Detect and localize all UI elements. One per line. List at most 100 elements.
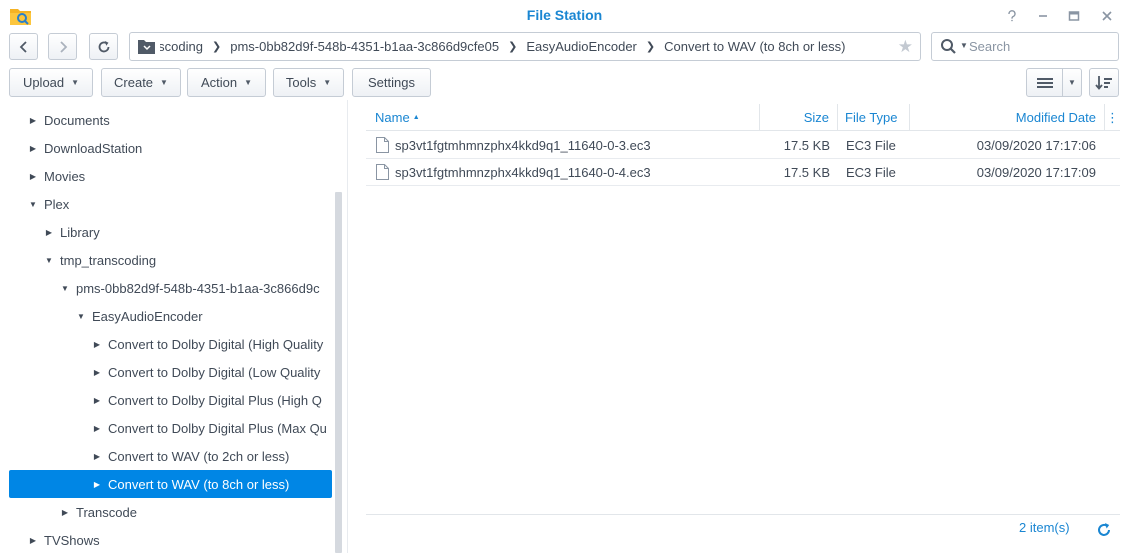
- action-button[interactable]: Action ▼: [187, 68, 266, 97]
- sort-ascending-icon: ▲: [412, 114, 420, 121]
- sort-button[interactable]: [1089, 68, 1119, 97]
- tree-toggle-icon[interactable]: ▶: [90, 424, 104, 433]
- file-icon: [376, 137, 389, 153]
- file-size: 17.5 KB: [783, 138, 830, 153]
- breadcrumb-item[interactable]: pms-0bb82d9f-548b-4351-b1aa-3c866d9cfe05: [230, 39, 499, 54]
- action-label: Action: [200, 75, 238, 90]
- star-icon[interactable]: ★: [898, 37, 913, 57]
- caret-down-icon: ▼: [244, 78, 253, 87]
- tree-item-selected[interactable]: ▶ Convert to WAV (to 8ch or less): [9, 470, 332, 498]
- tree-toggle-icon[interactable]: ▶: [90, 452, 104, 461]
- tools-label: Tools: [285, 75, 317, 90]
- column-menu-icon[interactable]: ⋮: [1105, 104, 1120, 131]
- tree-item[interactable]: ▶ DownloadStation: [9, 134, 332, 162]
- tree-item[interactable]: ▶ Movies: [9, 162, 332, 190]
- breadcrumb-item[interactable]: tmp_transcoding: [160, 39, 203, 54]
- table-row[interactable]: sp3vt1fgtmhmnzphx4kkd9q1_11640-0-3.ec3 1…: [366, 132, 1120, 159]
- window-title: File Station: [526, 7, 603, 23]
- folder-tree: ▶ Documents ▶ DownloadStation ▶ Movies ▼ Ple…: [0, 106, 345, 553]
- table-row[interactable]: sp3vt1fgtmhmnzphx4kkd9q1_11640-0-4.ec3 1…: [366, 159, 1120, 186]
- file-size: 17.5 KB: [783, 165, 830, 180]
- tree-toggle-icon[interactable]: ▶: [90, 480, 104, 489]
- search-box: ▼: [931, 32, 1119, 61]
- caret-down-icon[interactable]: ▼: [960, 41, 968, 50]
- tree-item[interactable]: ▶ Convert to Dolby Digital Plus (High Q: [9, 386, 332, 414]
- search-input[interactable]: [969, 36, 1114, 57]
- file-station-icon: [10, 9, 31, 25]
- forward-button[interactable]: [48, 33, 77, 60]
- help-icon[interactable]: [1001, 5, 1023, 27]
- column-header-size[interactable]: Size: [760, 104, 838, 131]
- file-name: sp3vt1fgtmhmnzphx4kkd9q1_11640-0-3.ec3: [395, 138, 651, 153]
- tree-item[interactable]: ▶ Convert to WAV (to 2ch or less): [9, 442, 332, 470]
- grid-header: Name ▲ Size File Type Modified Date ⋮: [366, 104, 1120, 131]
- tree-toggle-icon[interactable]: ▶: [90, 368, 104, 377]
- chevron-left-icon: [19, 40, 27, 53]
- tree-item[interactable]: ▶ Convert to Dolby Digital (High Quality: [9, 330, 332, 358]
- file-modified: 03/09/2020 17:17:06: [976, 138, 1096, 153]
- tree-item[interactable]: ▶ Transcode: [9, 498, 332, 526]
- tree-toggle-icon[interactable]: ▶: [42, 228, 56, 237]
- breadcrumb-item[interactable]: Convert to WAV (to 8ch or less): [664, 39, 845, 54]
- panel-splitter[interactable]: [347, 100, 348, 553]
- refresh-button[interactable]: [89, 33, 118, 60]
- breadcrumb-separator-icon: ❯: [212, 41, 222, 53]
- view-dropdown-button[interactable]: ▼: [1062, 68, 1082, 97]
- minimize-icon[interactable]: [1032, 5, 1054, 27]
- caret-down-icon: ▼: [160, 78, 168, 87]
- tree-toggle-icon[interactable]: ▶: [26, 144, 40, 153]
- breadcrumb-separator-icon: ❯: [508, 41, 518, 53]
- column-header-type[interactable]: File Type: [838, 104, 910, 131]
- tree-toggle-icon[interactable]: ▶: [26, 536, 40, 545]
- tree-toggle-icon[interactable]: ▼: [26, 200, 40, 209]
- breadcrumb: tmp_transcoding ❯ pms-0bb82d9f-548b-4351…: [160, 33, 845, 60]
- tree-item[interactable]: ▼ pms-0bb82d9f-548b-4351-b1aa-3c866d9c: [9, 274, 332, 302]
- caret-down-icon: ▼: [71, 78, 80, 87]
- tree-item[interactable]: ▶ Convert to Dolby Digital (Low Quality: [9, 358, 332, 386]
- settings-button[interactable]: Settings: [352, 68, 431, 97]
- tree-toggle-icon[interactable]: ▼: [42, 256, 56, 265]
- tree-toggle-icon[interactable]: ▼: [58, 284, 72, 293]
- file-modified: 03/09/2020 17:17:09: [976, 165, 1096, 180]
- chevron-right-icon: [59, 40, 67, 53]
- title-bar: File Station: [0, 0, 1129, 32]
- file-name: sp3vt1fgtmhmnzphx4kkd9q1_11640-0-4.ec3: [395, 165, 651, 180]
- sort-icon: [1095, 75, 1112, 90]
- column-header-name[interactable]: Name ▲: [366, 104, 760, 131]
- tree-toggle-icon[interactable]: ▼: [74, 312, 88, 321]
- breadcrumb-separator-icon: ❯: [645, 41, 656, 53]
- maximize-icon[interactable]: [1063, 5, 1085, 27]
- tree-item[interactable]: ▶ Convert to Dolby Digital Plus (Max Qu: [9, 414, 332, 442]
- tree-item[interactable]: ▼ EasyAudioEncoder: [9, 302, 332, 330]
- list-view-icon: [1036, 77, 1053, 88]
- create-button[interactable]: Create ▼: [101, 68, 181, 97]
- list-view-button[interactable]: [1026, 68, 1063, 97]
- tree-item[interactable]: ▶ Library: [9, 218, 332, 246]
- tree-item[interactable]: ▼ tmp_transcoding: [9, 246, 332, 274]
- search-icon[interactable]: [940, 38, 958, 56]
- upload-label: Upload: [22, 75, 65, 90]
- path-bar[interactable]: tmp_transcoding ❯ pms-0bb82d9f-548b-4351…: [129, 32, 921, 61]
- tree-toggle-icon[interactable]: ▶: [90, 396, 104, 405]
- caret-down-icon: ▼: [1068, 78, 1076, 87]
- file-type: EC3 File: [846, 165, 896, 180]
- tree-toggle-icon[interactable]: ▶: [26, 172, 40, 181]
- close-icon[interactable]: [1096, 5, 1118, 27]
- folder-icon: [138, 40, 155, 54]
- tree-item[interactable]: ▶ Documents: [9, 106, 332, 134]
- tree-scrollbar[interactable]: [335, 192, 342, 553]
- tree-item[interactable]: ▶ TVShows: [9, 526, 332, 553]
- tree-toggle-icon[interactable]: ▶: [58, 508, 72, 517]
- back-button[interactable]: [9, 33, 38, 60]
- settings-label: Settings: [368, 75, 415, 90]
- tools-button[interactable]: Tools ▼: [273, 68, 344, 97]
- refresh-icon[interactable]: [1096, 522, 1112, 538]
- upload-button[interactable]: Upload ▼: [9, 68, 93, 97]
- tree-toggle-icon[interactable]: ▶: [26, 116, 40, 125]
- status-divider: [366, 514, 1120, 515]
- breadcrumb-item[interactable]: EasyAudioEncoder: [526, 39, 637, 54]
- column-header-modified[interactable]: Modified Date: [910, 104, 1105, 131]
- tree-item[interactable]: ▼ Plex: [9, 190, 332, 218]
- tree-toggle-icon[interactable]: ▶: [90, 340, 104, 349]
- refresh-icon: [98, 40, 109, 52]
